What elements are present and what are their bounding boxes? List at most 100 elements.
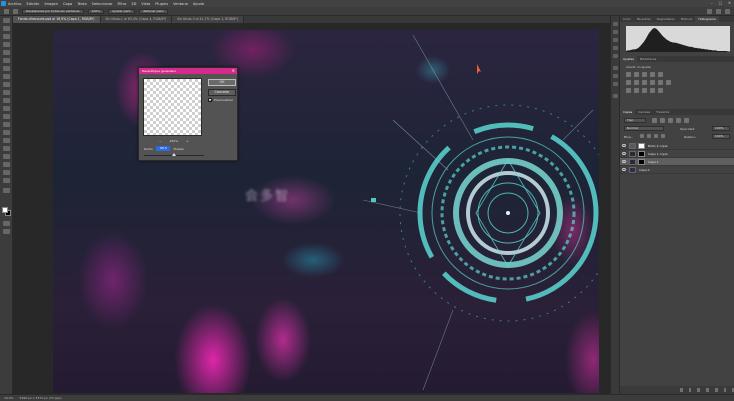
maximize-button[interactable]: □ — [719, 1, 722, 5]
color-balance-adjust-icon[interactable] — [634, 80, 639, 85]
visibility-eye-icon[interactable] — [622, 168, 626, 171]
screen-mode-icon[interactable] — [3, 229, 10, 234]
history-brush-tool-icon[interactable] — [3, 98, 10, 103]
menu-3d[interactable]: 3D — [131, 2, 136, 6]
opacity-input[interactable]: 100% — [712, 126, 730, 131]
layer-thumbnail[interactable] — [629, 143, 636, 149]
add-mask-icon[interactable] — [697, 388, 701, 392]
lock-position-icon[interactable] — [654, 134, 658, 138]
share-icon[interactable] — [725, 9, 730, 14]
levels-adjust-icon[interactable] — [634, 72, 639, 77]
info-panel-icon[interactable] — [613, 74, 618, 78]
type-tool-icon[interactable] — [3, 146, 10, 151]
menu-edicion[interactable]: Edición — [26, 2, 39, 6]
gradient-tool-icon[interactable] — [3, 114, 10, 119]
radius-slider[interactable] — [144, 153, 204, 156]
photoshop-logo-icon[interactable] — [1, 1, 6, 6]
color-lookup-adjust-icon[interactable] — [666, 80, 671, 85]
link-layers-icon[interactable] — [680, 388, 683, 392]
move-tool-icon[interactable] — [3, 18, 10, 23]
brush-panel-icon[interactable] — [613, 38, 618, 42]
zoom-out-button[interactable]: − — [159, 139, 162, 143]
zoom-100-button[interactable]: 100% — [87, 8, 105, 14]
radius-slider-handle[interactable] — [172, 153, 176, 156]
tab-color[interactable]: Color — [620, 16, 634, 22]
dialog-title[interactable]: Desenfoque gaussiano — [139, 68, 237, 74]
menu-vista[interactable]: Vista — [141, 2, 150, 6]
eyedropper-tool-icon[interactable] — [3, 66, 10, 71]
new-group-icon[interactable] — [714, 388, 718, 392]
layer-name[interactable]: Brillo 2 copia — [648, 142, 668, 150]
fill-screen-button[interactable]: Rellenar pant. — [139, 8, 169, 14]
history-panel-icon[interactable] — [613, 22, 618, 26]
frame-tool-icon[interactable] — [3, 58, 10, 63]
layer-name[interactable]: Capa 1 — [648, 158, 659, 166]
posterize-adjust-icon[interactable] — [634, 88, 639, 93]
layer-kind-filter[interactable]: Tipo — [624, 118, 646, 123]
dodge-tool-icon[interactable] — [3, 130, 10, 135]
lasso-tool-icon[interactable] — [3, 34, 10, 39]
more-tools-icon[interactable] — [3, 188, 10, 193]
channel-mixer-adjust-icon[interactable] — [658, 80, 663, 85]
marquee-tool-icon[interactable] — [3, 26, 10, 31]
tab-paths[interactable]: Trazados — [653, 109, 672, 115]
lock-transparent-icon[interactable] — [640, 134, 644, 138]
tab-histogram[interactable]: Histograma — [695, 16, 719, 22]
tab-fondo-ciberpunk[interactable]: Fondo ciberpunk.psd al 16,9% (Capa 1, RG… — [13, 16, 101, 23]
close-button[interactable]: ✕ — [728, 1, 731, 5]
zoom-tool-icon[interactable] — [3, 178, 10, 183]
layer-row-selected[interactable]: Capa 1 — [620, 158, 734, 166]
photo-filter-adjust-icon[interactable] — [650, 80, 655, 85]
selective-color-adjust-icon[interactable] — [658, 88, 663, 93]
layer-row[interactable]: Capa 0 — [620, 166, 734, 174]
clone-stamp-tool-icon[interactable] — [3, 90, 10, 95]
layer-name[interactable]: Capa 0 — [639, 166, 650, 174]
glyphs-panel-icon[interactable] — [613, 66, 618, 70]
quick-mask-icon[interactable] — [3, 221, 10, 226]
layer-mask-thumbnail[interactable] — [638, 143, 645, 149]
healing-brush-tool-icon[interactable] — [3, 74, 10, 79]
hue-saturation-adjust-icon[interactable] — [626, 80, 631, 85]
threshold-adjust-icon[interactable] — [642, 88, 647, 93]
menu-imagen[interactable]: Imagen — [44, 2, 58, 6]
lock-all-icon[interactable] — [661, 134, 665, 138]
filter-smart-object-icon[interactable] — [684, 118, 689, 123]
eraser-tool-icon[interactable] — [3, 106, 10, 111]
scroll-all-windows-checkbox[interactable]: Desplazarse por todas las ventanas — [22, 8, 84, 14]
zoom-in-button[interactable]: + — [186, 139, 189, 143]
properties-panel-icon[interactable] — [613, 30, 618, 34]
actions-panel-icon[interactable] — [613, 82, 618, 86]
blend-mode-select[interactable]: Normal — [624, 126, 664, 131]
dialog-close-icon[interactable]: ✕ — [232, 68, 235, 74]
gradient-map-adjust-icon[interactable] — [650, 88, 655, 93]
visibility-eye-icon[interactable] — [622, 144, 626, 147]
layer-style-icon[interactable] — [688, 388, 692, 392]
path-select-tool-icon[interactable] — [3, 154, 10, 159]
paths-panel-icon[interactable] — [613, 94, 618, 98]
tab-sin-titulo-3[interactable]: Sin título-3 al 41,7% (Capa 1, RGB/8*) — [172, 16, 244, 23]
tab-patterns[interactable]: Motivos — [678, 16, 696, 22]
hand-tool-icon[interactable] — [3, 170, 10, 175]
filter-pixel-icon[interactable] — [652, 118, 657, 123]
histogram-warning-icon[interactable]: ▲ — [725, 28, 728, 33]
filter-shape-icon[interactable] — [676, 118, 681, 123]
menu-capa[interactable]: Capa — [63, 2, 72, 6]
layer-thumbnail[interactable] — [629, 151, 636, 157]
visibility-eye-icon[interactable] — [622, 160, 626, 163]
blur-preview-window[interactable] — [143, 78, 202, 136]
tab-layers[interactable]: Capas — [620, 109, 636, 115]
preview-checkbox[interactable]: Previsualizar — [208, 98, 233, 102]
ok-button[interactable]: OK — [208, 79, 236, 86]
fit-screen-button[interactable]: Ajustar pant. — [108, 8, 136, 14]
menu-filtro[interactable]: Filtro — [117, 2, 126, 6]
layer-thumbnail[interactable] — [629, 159, 636, 165]
layer-row[interactable]: Capa 1 copia — [620, 150, 734, 158]
new-adjustment-icon[interactable] — [706, 388, 709, 392]
pen-tool-icon[interactable] — [3, 138, 10, 143]
tab-libraries[interactable]: Bibliotecas — [637, 56, 659, 62]
menu-ventana[interactable]: Ventana — [173, 2, 188, 6]
tab-swatches[interactable]: Muestras — [634, 16, 654, 22]
radius-input[interactable]: 65,5 — [156, 146, 171, 151]
brightness-adjust-icon[interactable] — [626, 72, 631, 77]
black-white-adjust-icon[interactable] — [642, 80, 647, 85]
